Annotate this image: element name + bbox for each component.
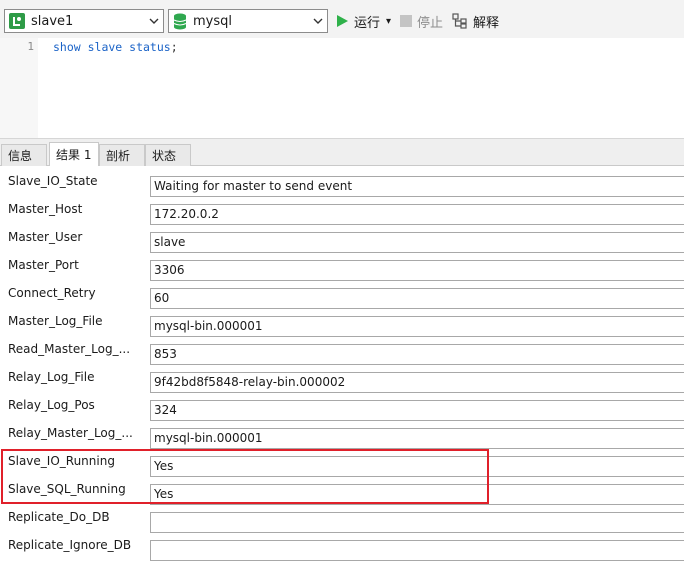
line-number: 1 — [27, 40, 34, 53]
field-value[interactable] — [150, 512, 684, 533]
result-tabs: 信息 结果 1 剖析 状态 — [0, 138, 684, 167]
field-name: Master_Host — [8, 202, 83, 216]
tab-info[interactable]: 信息 — [1, 144, 47, 166]
run-label: 运行 — [354, 15, 381, 31]
line-gutter: 1 — [0, 38, 38, 138]
field-name: Read_Master_Log_... — [8, 342, 131, 356]
connection-icon — [9, 13, 25, 29]
explain-button[interactable]: 解释 — [452, 11, 499, 31]
field-row: Read_Master_Log_... 853 — [0, 338, 684, 366]
field-row: Slave_IO_Running Yes — [0, 450, 684, 478]
field-row: Relay_Log_Pos 324 — [0, 394, 684, 422]
database-select[interactable]: mysql — [168, 9, 328, 33]
field-name: Master_Log_File — [8, 314, 103, 328]
field-row: Relay_Log_File 9f42bd8f5848-relay-bin.00… — [0, 366, 684, 394]
field-value[interactable]: slave — [150, 232, 684, 253]
field-row: Relay_Master_Log_... mysql-bin.000001 — [0, 422, 684, 450]
field-name: Master_Port — [8, 258, 79, 272]
run-dropdown-icon[interactable]: ▾ — [386, 16, 391, 27]
explain-icon — [452, 13, 467, 29]
field-row: Slave_SQL_Running Yes — [0, 478, 684, 506]
connection-value: slave1 — [31, 13, 74, 29]
field-value[interactable]: Waiting for master to send event — [150, 176, 684, 197]
field-value[interactable]: Yes — [150, 456, 684, 477]
field-name: Relay_Master_Log_... — [8, 426, 133, 440]
field-value[interactable] — [150, 540, 684, 561]
field-value[interactable]: 9f42bd8f5848-relay-bin.000002 — [150, 372, 684, 393]
field-row: Master_User slave — [0, 226, 684, 254]
field-value[interactable]: 60 — [150, 288, 684, 309]
toolbar: slave1 mysql 运行 ▾ 停止 解释 — [0, 0, 684, 38]
field-name: Slave_SQL_Running — [8, 482, 126, 496]
field-row: Connect_Retry 60 — [0, 282, 684, 310]
sql-editor[interactable]: 1 show slave status; — [0, 38, 684, 138]
tab-result-1[interactable]: 结果 1 — [49, 142, 99, 167]
field-name: Slave_IO_Running — [8, 454, 115, 468]
tab-profile[interactable]: 剖析 — [99, 144, 145, 166]
play-icon — [337, 15, 348, 27]
field-row: Master_Port 3306 — [0, 254, 684, 282]
field-row: Master_Host 172.20.0.2 — [0, 198, 684, 226]
sql-keywords: show slave status — [53, 40, 171, 54]
field-value[interactable]: Yes — [150, 484, 684, 505]
stop-button[interactable]: 停止 — [400, 11, 443, 31]
field-name: Connect_Retry — [8, 286, 96, 300]
run-button[interactable]: 运行 ▾ — [336, 11, 391, 31]
database-value: mysql — [193, 13, 232, 29]
field-name: Relay_Log_Pos — [8, 398, 95, 412]
field-name: Replicate_Do_DB — [8, 510, 110, 524]
explain-label: 解释 — [473, 15, 500, 31]
tab-status[interactable]: 状态 — [145, 144, 191, 166]
stop-label: 停止 — [417, 15, 444, 31]
stop-icon — [400, 15, 412, 27]
field-value[interactable]: 3306 — [150, 260, 684, 281]
result-form: Slave_IO_State Waiting for master to sen… — [0, 166, 684, 568]
field-name: Master_User — [8, 230, 83, 244]
connection-select[interactable]: slave1 — [4, 9, 164, 33]
field-name: Slave_IO_State — [8, 174, 98, 188]
field-value[interactable]: 172.20.0.2 — [150, 204, 684, 225]
field-row: Replicate_Ignore_DB — [0, 534, 684, 562]
field-value[interactable]: 324 — [150, 400, 684, 421]
sql-code[interactable]: show slave status; — [53, 40, 178, 54]
field-row: Slave_IO_State Waiting for master to sen… — [0, 170, 684, 198]
field-name: Relay_Log_File — [8, 370, 95, 384]
sql-semicolon: ; — [170, 40, 178, 54]
field-name: Replicate_Ignore_DB — [8, 538, 132, 552]
chevron-down-icon[interactable] — [145, 10, 163, 32]
field-value[interactable]: mysql-bin.000001 — [150, 428, 684, 449]
field-value[interactable]: 853 — [150, 344, 684, 365]
chevron-down-icon[interactable] — [309, 10, 327, 32]
field-row: Master_Log_File mysql-bin.000001 — [0, 310, 684, 338]
database-icon — [173, 13, 187, 29]
field-row: Replicate_Do_DB — [0, 506, 684, 534]
field-value[interactable]: mysql-bin.000001 — [150, 316, 684, 337]
